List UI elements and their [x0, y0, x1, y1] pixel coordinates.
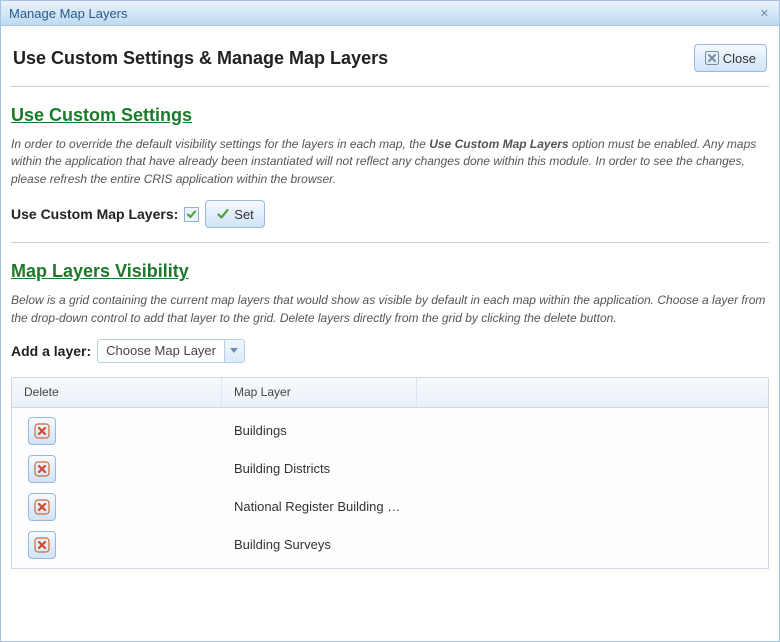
- table-row: Buildings: [16, 412, 764, 450]
- close-button-label: Close: [723, 51, 756, 66]
- add-layer-dropdown[interactable]: Choose Map Layer: [97, 339, 245, 363]
- content-area: Use Custom Settings & Manage Map Layers …: [1, 26, 779, 579]
- close-button[interactable]: Close: [694, 44, 767, 72]
- delete-icon: [34, 537, 50, 553]
- use-custom-layers-row: Use Custom Map Layers: Set: [11, 200, 769, 228]
- table-row: National Register Building Listi...: [16, 488, 764, 526]
- divider: [11, 242, 769, 243]
- header-row: Use Custom Settings & Manage Map Layers …: [11, 36, 769, 87]
- delete-icon: [34, 461, 50, 477]
- grid-header: Delete Map Layer: [12, 378, 768, 408]
- close-icon: [705, 51, 719, 65]
- delete-layer-button[interactable]: [28, 493, 56, 521]
- delete-layer-button[interactable]: [28, 455, 56, 483]
- column-header-layer: Map Layer: [222, 378, 417, 407]
- chevron-down-icon: [224, 340, 244, 362]
- table-row: Building Surveys: [16, 526, 764, 564]
- delete-icon: [34, 499, 50, 515]
- layer-name: Building Districts: [222, 461, 417, 476]
- custom-settings-description: In order to override the default visibil…: [11, 136, 769, 188]
- titlebar: Manage Map Layers ✕: [1, 1, 779, 26]
- use-custom-layers-label: Use Custom Map Layers:: [11, 206, 178, 222]
- section-heading-visibility: Map Layers Visibility: [11, 261, 769, 282]
- visibility-description: Below is a grid containing the current m…: [11, 292, 769, 327]
- use-custom-layers-checkbox[interactable]: [184, 207, 199, 222]
- page-title: Use Custom Settings & Manage Map Layers: [13, 48, 388, 69]
- delete-icon: [34, 423, 50, 439]
- window-close-x[interactable]: ✕: [756, 5, 773, 22]
- add-layer-row: Add a layer: Choose Map Layer: [11, 339, 769, 363]
- layers-grid: Delete Map Layer Buildings: [11, 377, 769, 569]
- dropdown-text: Choose Map Layer: [98, 340, 224, 362]
- window-title: Manage Map Layers: [9, 6, 128, 21]
- set-button[interactable]: Set: [205, 200, 265, 228]
- set-button-label: Set: [234, 207, 254, 222]
- grid-body: Buildings Building Districts: [12, 408, 768, 568]
- layer-name: National Register Building Listi...: [222, 499, 417, 514]
- desc-text-bold: Use Custom Map Layers: [429, 137, 568, 151]
- table-row: Building Districts: [16, 450, 764, 488]
- column-header-spacer: [417, 378, 768, 407]
- dialog-window: Manage Map Layers ✕ Use Custom Settings …: [0, 0, 780, 642]
- check-icon: [186, 209, 197, 220]
- check-icon: [216, 207, 230, 221]
- section-heading-custom-settings: Use Custom Settings: [11, 105, 769, 126]
- delete-layer-button[interactable]: [28, 417, 56, 445]
- layer-name: Buildings: [222, 423, 417, 438]
- layer-name: Building Surveys: [222, 537, 417, 552]
- column-header-delete: Delete: [12, 378, 222, 407]
- delete-layer-button[interactable]: [28, 531, 56, 559]
- add-layer-label: Add a layer:: [11, 343, 91, 359]
- desc-text-prefix: In order to override the default visibil…: [11, 137, 429, 151]
